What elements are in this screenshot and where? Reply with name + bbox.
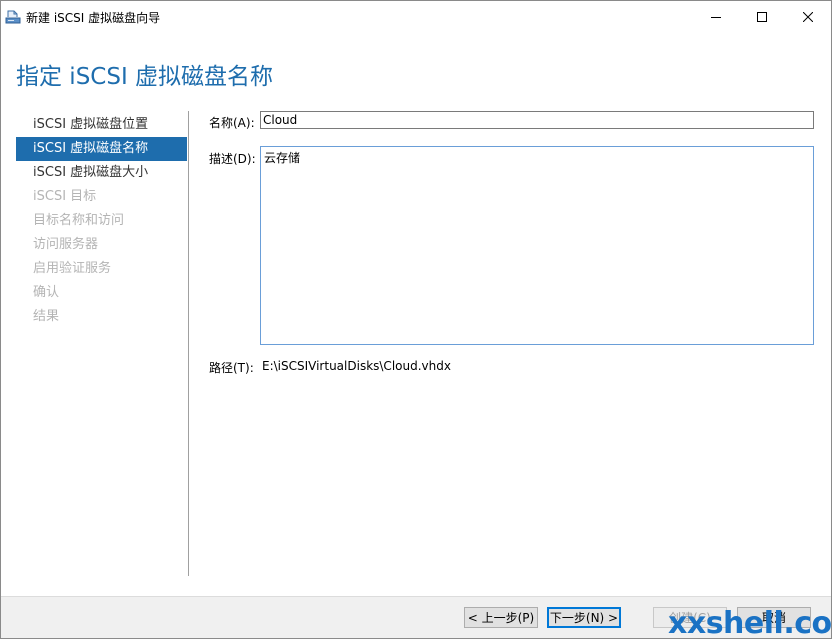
name-label: 名称(A): [209, 116, 255, 130]
iscsi-disk-wizard-icon [5, 9, 21, 25]
wizard-step-nav: iSCSI 虚拟磁盘位置 iSCSI 虚拟磁盘名称 iSCSI 虚拟磁盘大小 i… [16, 113, 187, 329]
maximize-button[interactable] [739, 1, 785, 33]
minimize-button[interactable] [693, 1, 739, 33]
description-input[interactable]: 云存储 [260, 146, 814, 345]
nav-step-results: 结果 [33, 309, 60, 324]
nav-step-target-name-access: 目标名称和访问 [33, 213, 125, 228]
nav-step-confirmation: 确认 [33, 285, 60, 300]
next-button[interactable]: 下一步(N) > [547, 607, 621, 628]
nav-step-disk-size[interactable]: iSCSI 虚拟磁盘大小 [16, 161, 187, 185]
site-watermark: xxshell.com [668, 606, 832, 641]
path-value: E:\iSCSIVirtualDisks\Cloud.vhdx [262, 359, 451, 373]
title-bar[interactable]: 新建 iSCSI 虚拟磁盘向导 [1, 1, 831, 33]
maximize-icon [757, 12, 767, 22]
previous-button[interactable]: < 上一步(P) [464, 607, 538, 628]
nav-step-disk-location[interactable]: iSCSI 虚拟磁盘位置 [16, 113, 187, 137]
path-label: 路径(T): [209, 361, 254, 375]
close-icon [803, 12, 813, 22]
page-title: 指定 iSCSI 虚拟磁盘名称 [16, 64, 274, 90]
nav-step-access-servers: 访问服务器 [33, 237, 99, 252]
wizard-window: 新建 iSCSI 虚拟磁盘向导 指定 iSCSI 虚拟磁盘名称 iSCSI 虚拟… [0, 0, 832, 639]
nav-step-iscsi-target: iSCSI 目标 [33, 189, 97, 204]
name-input[interactable] [260, 111, 814, 129]
description-label: 描述(D): [209, 152, 256, 166]
window-title: 新建 iSCSI 虚拟磁盘向导 [26, 11, 161, 25]
minimize-icon [711, 17, 721, 18]
nav-step-enable-auth: 启用验证服务 [33, 261, 112, 276]
nav-divider [188, 111, 189, 576]
nav-step-disk-name[interactable]: iSCSI 虚拟磁盘名称 [16, 137, 187, 161]
close-button[interactable] [785, 1, 831, 33]
